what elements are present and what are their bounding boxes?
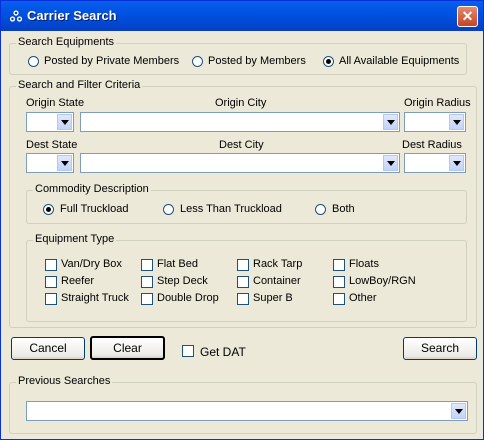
close-icon: ✕ [461, 8, 474, 24]
check-container[interactable] [237, 276, 249, 288]
chevron-down-icon[interactable] [57, 114, 72, 130]
radio-full-truckload[interactable] [43, 204, 54, 215]
origin-city-label: Origin City [215, 97, 267, 109]
check-flat-bed[interactable] [141, 259, 153, 271]
check-container-label: Container [253, 275, 301, 287]
check-floats[interactable] [333, 259, 345, 271]
chevron-down-icon[interactable] [383, 155, 398, 171]
check-lowboy-rgn[interactable] [333, 276, 345, 288]
radio-full-truckload-label: Full Truckload [60, 203, 129, 215]
commodity-legend: Commodity Description [33, 183, 151, 195]
check-rack-tarp[interactable] [237, 259, 249, 271]
app-icon [9, 10, 23, 22]
search-equipments-group: Search Equipments Posted by Private Memb… [9, 36, 467, 75]
radio-less-than-truckload[interactable] [163, 204, 174, 215]
check-van-dry-box-label: Van/Dry Box [61, 258, 122, 270]
radio-posted-members-label: Posted by Members [208, 55, 306, 67]
criteria-group: Search and Filter Criteria Origin State … [9, 79, 477, 328]
dest-state-label: Dest State [26, 139, 78, 151]
radio-all-available-label: All Available Equipments [339, 55, 460, 67]
check-super-b-label: Super B [253, 292, 293, 304]
check-step-deck[interactable] [141, 276, 153, 288]
check-other[interactable] [333, 293, 345, 305]
radio-posted-members[interactable] [192, 56, 203, 67]
dest-city-label: Dest City [219, 139, 264, 151]
cancel-button[interactable]: Cancel [11, 337, 85, 360]
origin-state-select[interactable] [26, 112, 74, 132]
radio-posted-private-label: Posted by Private Members [44, 55, 180, 67]
origin-city-select[interactable] [80, 112, 400, 132]
dest-state-select[interactable] [26, 153, 74, 173]
dest-city-select[interactable] [80, 153, 400, 173]
clear-button[interactable]: Clear [90, 336, 165, 360]
radio-both[interactable] [315, 204, 326, 215]
origin-radius-label: Origin Radius [404, 97, 471, 109]
chevron-down-icon[interactable] [383, 114, 398, 130]
search-button[interactable]: Search [403, 337, 477, 360]
radio-posted-private[interactable] [28, 56, 39, 67]
check-reefer-label: Reefer [61, 275, 95, 287]
get-dat-label: Get DAT [200, 345, 246, 359]
chevron-down-icon[interactable] [449, 114, 464, 130]
origin-state-label: Origin State [26, 97, 85, 109]
check-rack-tarp-label: Rack Tarp [253, 258, 303, 270]
title-bar[interactable]: Carrier Search ✕ [1, 1, 483, 31]
check-reefer[interactable] [45, 276, 57, 288]
check-double-drop[interactable] [141, 293, 153, 305]
window-title: Carrier Search [27, 8, 117, 23]
radio-all-available[interactable] [323, 56, 334, 67]
dest-radius-select[interactable] [404, 153, 466, 173]
dest-radius-label: Dest Radius [402, 139, 462, 151]
close-button[interactable]: ✕ [457, 6, 478, 27]
get-dat-checkbox[interactable] [182, 345, 194, 357]
check-super-b[interactable] [237, 293, 249, 305]
criteria-legend: Search and Filter Criteria [16, 79, 143, 91]
equipment-type-legend: Equipment Type [33, 233, 117, 245]
chevron-down-icon[interactable] [57, 155, 72, 171]
previous-searches-group: Previous Searches [9, 375, 477, 434]
check-straight-truck[interactable] [45, 293, 57, 305]
equipment-type-group: Equipment Type Van/Dry Box Flat Bed Rack… [26, 233, 467, 322]
commodity-group: Commodity Description Full Truckload Les… [26, 183, 467, 224]
previous-searches-select[interactable] [26, 401, 468, 421]
chevron-down-icon[interactable] [451, 403, 466, 419]
check-double-drop-label: Double Drop [157, 292, 219, 304]
previous-searches-legend: Previous Searches [16, 375, 113, 387]
search-equipments-legend: Search Equipments [16, 36, 116, 48]
check-other-label: Other [349, 292, 377, 304]
check-straight-truck-label: Straight Truck [61, 292, 129, 304]
check-floats-label: Floats [349, 258, 379, 270]
origin-radius-select[interactable] [404, 112, 466, 132]
check-flat-bed-label: Flat Bed [157, 258, 198, 270]
check-van-dry-box[interactable] [45, 259, 57, 271]
radio-less-than-truckload-label: Less Than Truckload [180, 203, 282, 215]
check-step-deck-label: Step Deck [157, 275, 208, 287]
carrier-search-window: Carrier Search ✕ Search Equipments Poste… [0, 0, 484, 440]
chevron-down-icon[interactable] [449, 155, 464, 171]
radio-both-label: Both [332, 203, 355, 215]
check-lowboy-rgn-label: LowBoy/RGN [349, 275, 416, 287]
